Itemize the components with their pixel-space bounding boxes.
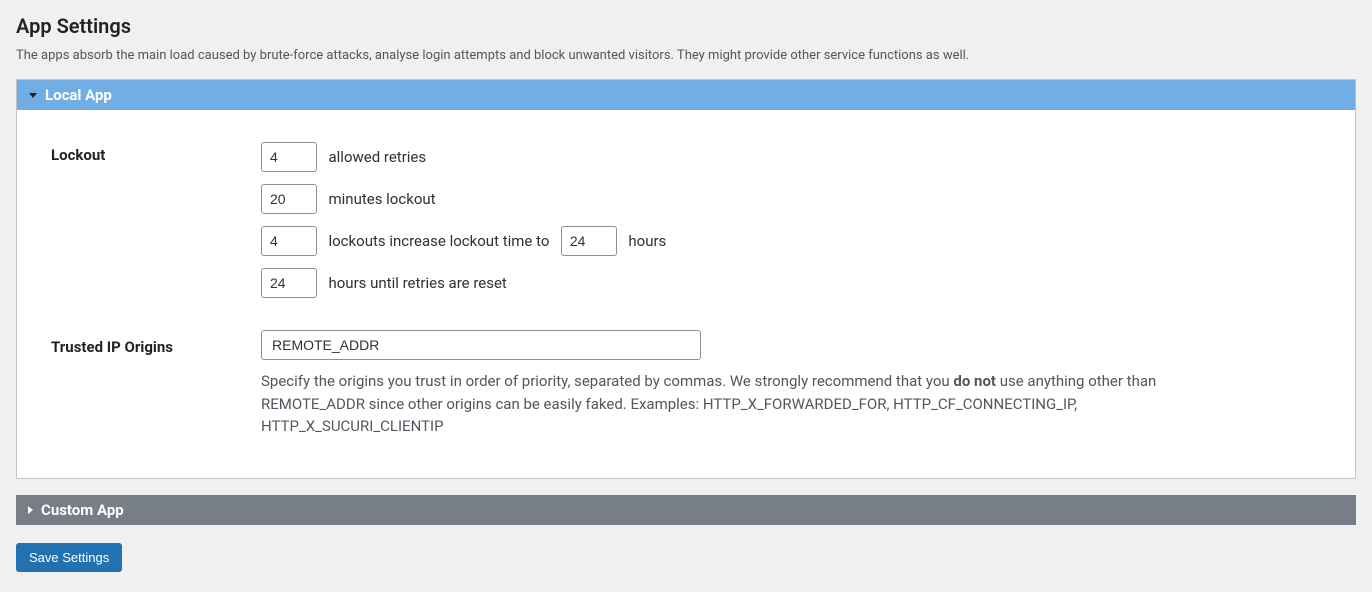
custom-app-section: Custom App: [16, 495, 1356, 525]
minutes-lockout-input[interactable]: [261, 184, 317, 214]
local-app-header-label: Local App: [45, 86, 112, 104]
lockouts-text-1: lockouts increase lockout time to: [328, 232, 549, 250]
trusted-ip-hint: Specify the origins you trust in order o…: [261, 370, 1261, 438]
chevron-right-icon: [28, 506, 33, 514]
page-description: The apps absorb the main load caused by …: [16, 48, 1356, 63]
trusted-ip-label: Trusted IP Origins: [51, 304, 261, 444]
reset-hours-input[interactable]: [261, 268, 317, 298]
lockout-hours-input[interactable]: [561, 226, 617, 256]
allowed-retries-input[interactable]: [261, 142, 317, 172]
local-app-section: Local App Lockout allowed retries minute…: [16, 79, 1356, 479]
reset-text: hours until retries are reset: [328, 274, 506, 292]
hint-bold: do not: [953, 372, 996, 390]
minutes-lockout-text: minutes lockout: [328, 190, 435, 208]
lockouts-text-2: hours: [628, 232, 666, 250]
local-app-body: Lockout allowed retries minutes lockout …: [17, 110, 1355, 478]
chevron-down-icon: [29, 93, 37, 98]
page-title: App Settings: [16, 14, 1356, 38]
custom-app-header-label: Custom App: [41, 501, 124, 519]
save-settings-button[interactable]: Save Settings: [16, 543, 122, 572]
trusted-ip-input[interactable]: [261, 330, 701, 360]
lockout-label: Lockout: [51, 136, 261, 304]
hint-pre: Specify the origins you trust in order o…: [261, 372, 953, 390]
allowed-retries-text: allowed retries: [328, 148, 426, 166]
custom-app-toggle[interactable]: Custom App: [16, 495, 1356, 525]
lockouts-count-input[interactable]: [261, 226, 317, 256]
local-app-toggle[interactable]: Local App: [17, 80, 1355, 110]
